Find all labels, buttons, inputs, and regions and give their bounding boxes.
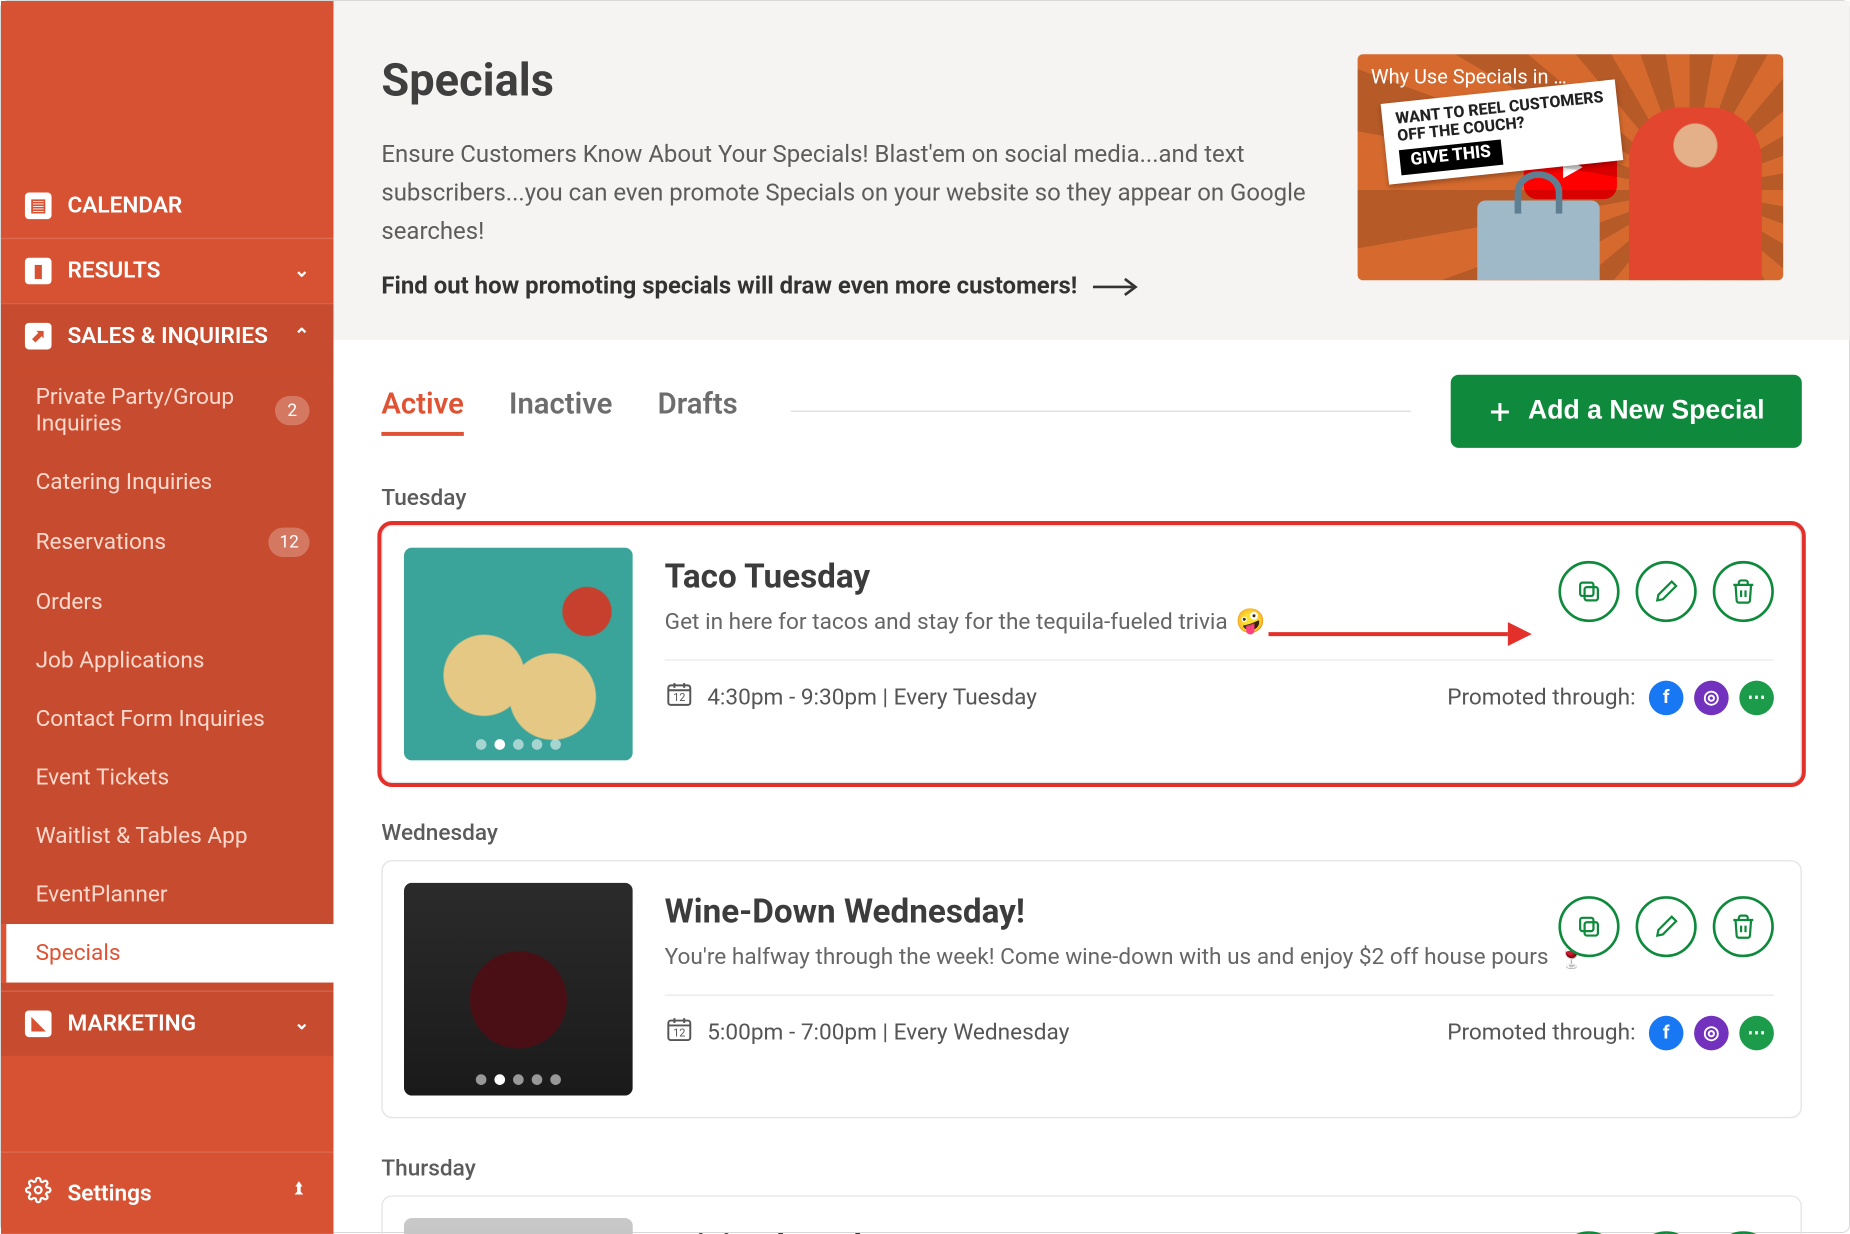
sales-submenu: Private Party/Group Inquiries 2 Catering… — [1, 368, 334, 990]
more-channels-icon[interactable]: ⋯ — [1739, 1016, 1774, 1051]
svg-text:12: 12 — [673, 1027, 685, 1040]
sidebar-item-calendar[interactable]: ▤ CALENDAR — [1, 174, 334, 238]
instagram-icon[interactable]: ◎ — [1694, 1016, 1729, 1051]
promoted-label: Promoted through: — [1447, 1020, 1635, 1047]
edit-button[interactable] — [1636, 897, 1697, 958]
calendar-date-icon: 12 — [665, 1015, 694, 1051]
chevron-down-icon: ⌄ — [294, 260, 310, 281]
count-badge: 12 — [269, 528, 310, 557]
sidebar-footer: Settings — [1, 1151, 334, 1233]
card-actions — [1558, 897, 1773, 958]
schedule: 12 4:30pm - 9:30pm | Every Tuesday — [665, 680, 1037, 716]
megaphone-icon: ◣ — [25, 1010, 52, 1037]
edit-button[interactable] — [1636, 561, 1697, 622]
trend-icon: ⬈ — [25, 323, 52, 350]
sidebar-sub-label: Private Party/Group Inquiries — [36, 384, 275, 437]
sidebar-item-label: SALES & INQUIRIES — [68, 323, 268, 350]
sidebar-sub-label: Specials — [36, 940, 121, 967]
sidebar-sub-label: Job Applications — [36, 647, 205, 674]
main-content: Specials Ensure Customers Know About You… — [334, 1, 1850, 1234]
divider — [791, 411, 1411, 412]
facebook-icon[interactable]: f — [1649, 1016, 1684, 1051]
arrow-right-icon — [1093, 277, 1141, 296]
annotation-arrow — [1268, 615, 1534, 655]
sidebar-sub-orders[interactable]: Orders — [1, 573, 334, 632]
hero: Specials Ensure Customers Know About You… — [334, 1, 1850, 341]
sidebar: ▤ CALENDAR ▮ RESULTS ⌄ ⬈ SALES & INQUIRI… — [1, 1, 334, 1234]
sidebar-sub-label: EventPlanner — [36, 881, 168, 908]
gear-icon[interactable] — [25, 1177, 52, 1210]
sidebar-sub-eventplanner[interactable]: EventPlanner — [1, 866, 334, 925]
day-label: Tuesday — [381, 486, 1801, 513]
delete-button[interactable] — [1713, 561, 1774, 622]
day-label: Wednesday — [381, 821, 1801, 848]
schedule-text: 4:30pm - 9:30pm | Every Tuesday — [707, 684, 1037, 711]
page-title: Specials — [381, 54, 1357, 107]
sidebar-sub-jobs[interactable]: Job Applications — [1, 631, 334, 690]
tabs-row: Active Inactive Drafts Add a New Special — [381, 375, 1801, 448]
schedule-text: 5:00pm - 7:00pm | Every Wednesday — [707, 1020, 1069, 1047]
sidebar-sub-contact[interactable]: Contact Form Inquiries — [1, 690, 334, 749]
promo-video-thumbnail[interactable]: Why Use Specials in … WANT TO REEL CUSTO… — [1358, 54, 1784, 280]
tab-drafts[interactable]: Drafts — [658, 388, 738, 436]
chevron-down-icon: ⌄ — [294, 1013, 310, 1034]
sidebar-item-label: MARKETING — [68, 1010, 197, 1037]
sidebar-sub-tickets[interactable]: Event Tickets — [1, 748, 334, 807]
add-new-special-button[interactable]: Add a New Special — [1451, 375, 1802, 448]
special-thumbnail[interactable] — [404, 548, 633, 761]
delete-button[interactable] — [1713, 897, 1774, 958]
facebook-icon[interactable]: f — [1649, 680, 1684, 715]
sidebar-sub-label: Waitlist & Tables App — [36, 823, 248, 850]
sidebar-sub-specials[interactable]: Specials — [1, 924, 334, 983]
sidebar-sub-label: Orders — [36, 589, 103, 616]
bar-chart-icon: ▮ — [25, 258, 52, 285]
calendar-icon: ▤ — [25, 193, 52, 220]
special-thumbnail[interactable] — [404, 883, 633, 1096]
emoji-icon: 🤪 — [1236, 608, 1266, 636]
tab-inactive[interactable]: Inactive — [509, 388, 612, 436]
more-channels-icon[interactable]: ⋯ — [1739, 680, 1774, 715]
svg-text:12: 12 — [673, 692, 685, 705]
instagram-icon[interactable]: ◎ — [1694, 680, 1729, 715]
promoted-label: Promoted through: — [1447, 684, 1635, 711]
cta-text: Find out how promoting specials will dra… — [381, 273, 1077, 301]
add-button-label: Add a New Special — [1528, 397, 1765, 428]
sidebar-item-label: CALENDAR — [68, 193, 183, 220]
special-card: Taco TuesdayGet in here for tacos and st… — [381, 526, 1801, 784]
card-actions — [1558, 561, 1773, 622]
sidebar-sub-waitlist[interactable]: Waitlist & Tables App — [1, 807, 334, 866]
copy-button[interactable] — [1558, 897, 1619, 958]
sidebar-sub-catering[interactable]: Catering Inquiries — [1, 453, 334, 512]
tab-active[interactable]: Active — [381, 388, 463, 436]
day-label: Thursday — [381, 1156, 1801, 1183]
sidebar-sub-label: Contact Form Inquiries — [36, 706, 265, 733]
copy-button[interactable] — [1558, 561, 1619, 622]
chevron-up-icon: ⌃ — [294, 326, 310, 347]
count-badge: 2 — [275, 396, 310, 425]
special-thumbnail[interactable] — [404, 1218, 633, 1233]
sidebar-item-label: RESULTS — [68, 258, 161, 285]
schedule: 12 5:00pm - 7:00pm | Every Wednesday — [665, 1015, 1070, 1051]
pin-icon[interactable] — [288, 1177, 309, 1210]
sidebar-item-marketing[interactable]: ◣ MARKETING ⌄ — [1, 991, 334, 1056]
hero-cta-link[interactable]: Find out how promoting specials will dra… — [381, 273, 1357, 301]
settings-label[interactable]: Settings — [68, 1180, 152, 1207]
sidebar-sub-label: Catering Inquiries — [36, 469, 213, 496]
sidebar-sub-private-party[interactable]: Private Party/Group Inquiries 2 — [1, 368, 334, 453]
special-card: Wine-Down Wednesday!You're halfway throu… — [381, 861, 1801, 1119]
page-subtitle: Ensure Customers Know About Your Special… — [381, 137, 1357, 252]
calendar-date-icon: 12 — [665, 680, 694, 716]
sidebar-sub-reservations[interactable]: Reservations 12 — [1, 512, 334, 573]
special-card: Trivia ThursdayCome join us for trivia t… — [381, 1196, 1801, 1234]
sidebar-item-results[interactable]: ▮ RESULTS ⌄ — [1, 238, 334, 303]
plus-icon — [1488, 400, 1512, 424]
sidebar-sub-label: Event Tickets — [36, 764, 170, 791]
sidebar-item-sales[interactable]: ⬈ SALES & INQUIRIES ⌃ — [1, 303, 334, 368]
sidebar-sub-label: Reservations — [36, 529, 166, 556]
